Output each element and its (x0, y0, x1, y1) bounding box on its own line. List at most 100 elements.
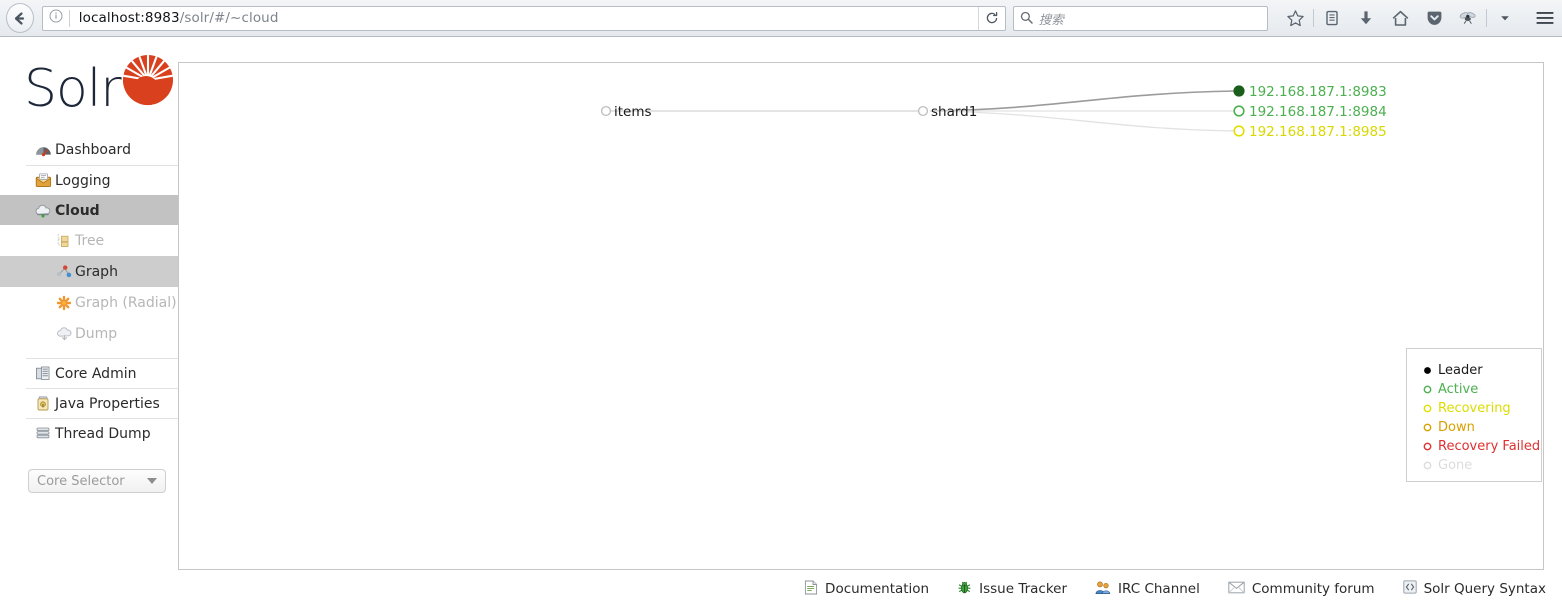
sidebar-item-cloud[interactable]: Cloud (0, 195, 178, 225)
cloud-subitems: Tree Graph Graph (Radial) Dump (0, 225, 178, 349)
sidebar-item-graph[interactable]: Graph (0, 256, 178, 287)
reload-icon[interactable] (977, 6, 1005, 30)
solr-logo[interactable]: Solr (24, 55, 174, 123)
dump-icon (53, 326, 75, 341)
footer-link-documentation[interactable]: Documentation (804, 580, 929, 599)
sidebar-subitem-label: Tree (75, 232, 105, 249)
document-icon (804, 580, 818, 599)
sidebar-item-label: Dashboard (55, 142, 131, 158)
graph-node-replica-leader[interactable]: 192.168.187.1:8983 (1233, 84, 1387, 100)
leader-symbol-icon (1419, 365, 1435, 377)
footer-link-issue-tracker[interactable]: Issue Tracker (957, 580, 1067, 599)
sidebar-item-label: Logging (55, 172, 111, 189)
recovery-failed-symbol-icon (1419, 441, 1435, 453)
envelope-icon (1228, 581, 1245, 598)
address-bar-url[interactable]: localhost:8983/solr/#/~cloud (70, 10, 978, 26)
graph-node-replica-recovering[interactable]: 192.168.187.1:8985 (1233, 124, 1387, 140)
url-path: /solr/#/~cloud (179, 10, 279, 26)
graph-node-collection[interactable]: items (600, 104, 652, 120)
people-icon (1095, 580, 1111, 599)
footer-link-irc-channel[interactable]: IRC Channel (1095, 580, 1200, 599)
downloads-icon[interactable] (1349, 3, 1383, 33)
legend-label: Gone (1438, 458, 1473, 473)
graph-radial-icon (53, 295, 75, 311)
collection-node-label: items (614, 104, 652, 120)
thread-dump-icon (31, 426, 55, 441)
sidebar: Solr Dashboard Logging Cloud Tree Graph … (0, 37, 178, 577)
pocket-icon[interactable] (1417, 3, 1451, 33)
replica-node-circle-leader (1233, 85, 1245, 97)
url-host: localhost:8983 (78, 10, 180, 26)
footer-link-label: Solr Query Syntax (1423, 581, 1546, 597)
browser-toolbar: localhost:8983/solr/#/~cloud 搜索 (0, 0, 1562, 37)
bookmark-star-icon[interactable] (1278, 3, 1312, 33)
sidebar-subitem-label: Dump (75, 325, 118, 342)
solr-logo-text: Solr (24, 59, 122, 119)
toolbar-divider-2 (1486, 9, 1487, 27)
code-icon (1402, 580, 1417, 598)
addon-fly-icon[interactable] (1451, 3, 1485, 33)
bug-icon (957, 580, 972, 599)
solr-admin-page: Solr Dashboard Logging Cloud Tree Graph … (0, 37, 1562, 597)
browser-toolbar-icons (1278, 3, 1562, 33)
solr-sunburst-icon (120, 52, 176, 112)
footer-link-solr-query-syntax[interactable]: Solr Query Syntax (1402, 580, 1546, 598)
legend-item-recovery-failed: Recovery Failed (1419, 437, 1541, 456)
sidebar-item-graph-radial[interactable]: Graph (Radial) (26, 287, 178, 318)
home-icon[interactable] (1383, 3, 1417, 33)
sidebar-item-label: Java Properties (55, 395, 160, 412)
down-symbol-icon (1419, 422, 1435, 434)
sidebar-item-label: Cloud (55, 202, 100, 219)
replica-node-circle-active (1233, 105, 1245, 117)
info-icon[interactable] (43, 9, 69, 27)
legend-label: Down (1438, 420, 1475, 435)
logging-icon (31, 173, 55, 188)
chevron-down-icon (147, 478, 157, 484)
shard-node-label: shard1 (931, 104, 977, 120)
sidebar-item-label: Thread Dump (55, 425, 151, 442)
core-admin-icon (31, 366, 55, 381)
graph-node-replica-active[interactable]: 192.168.187.1:8984 (1233, 104, 1387, 120)
cloud-graph-panel: items shard1 192.168.187.1:8983 192.168.… (178, 62, 1544, 570)
status-legend: Leader Active Recovering Down Recovery F… (1406, 348, 1542, 482)
shard-node-circle (917, 105, 929, 117)
legend-label: Active (1438, 382, 1479, 397)
search-icon (1020, 9, 1033, 28)
replica-node-circle-recovering (1233, 125, 1245, 137)
replica-node-label: 192.168.187.1:8984 (1249, 104, 1387, 120)
sidebar-item-thread-dump[interactable]: Thread Dump (26, 418, 178, 448)
legend-label: Recovering (1438, 401, 1511, 416)
active-symbol-icon (1419, 384, 1435, 396)
core-selector-dropdown[interactable]: Core Selector (28, 469, 166, 493)
toolbar-divider (1313, 9, 1314, 27)
sidebar-item-java-properties[interactable]: Java Properties (26, 388, 178, 418)
search-input[interactable]: 搜索 (1012, 5, 1268, 31)
collection-node-circle (600, 105, 612, 117)
footer-links: Documentation Issue Tracker IRC Channel … (178, 577, 1562, 601)
search-placeholder: 搜索 (1038, 11, 1064, 27)
address-bar[interactable]: localhost:8983/solr/#/~cloud (41, 5, 1006, 31)
legend-label: Leader (1438, 363, 1483, 378)
back-arrow-icon[interactable] (6, 3, 34, 33)
java-properties-icon (31, 396, 55, 411)
sidebar-item-dashboard[interactable]: Dashboard (26, 135, 178, 165)
sidebar-item-tree[interactable]: Tree (26, 225, 178, 256)
dashboard-icon (31, 143, 55, 157)
footer-link-community-forum[interactable]: Community forum (1228, 581, 1375, 598)
legend-item-active: Active (1419, 380, 1541, 399)
menu-spacer (26, 349, 178, 358)
graph-icon (53, 264, 75, 279)
graph-node-shard[interactable]: shard1 (917, 104, 978, 120)
sidebar-item-logging[interactable]: Logging (26, 165, 178, 195)
core-selector-label: Core Selector (37, 473, 125, 489)
sidebar-item-core-admin[interactable]: Core Admin (26, 358, 178, 388)
hamburger-menu-icon[interactable] (1528, 3, 1562, 33)
overflow-caret-icon[interactable] (1488, 3, 1522, 33)
legend-item-recovering: Recovering (1419, 399, 1541, 418)
sidebar-item-dump[interactable]: Dump (26, 318, 178, 349)
sidebar-subitem-label: Graph (Radial) (75, 294, 177, 311)
library-icon[interactable] (1315, 3, 1349, 33)
footer-link-label: Documentation (825, 581, 930, 597)
footer-link-label: Community forum (1251, 581, 1375, 597)
sidebar-menu: Dashboard Logging Cloud Tree Graph Graph… (0, 135, 178, 448)
